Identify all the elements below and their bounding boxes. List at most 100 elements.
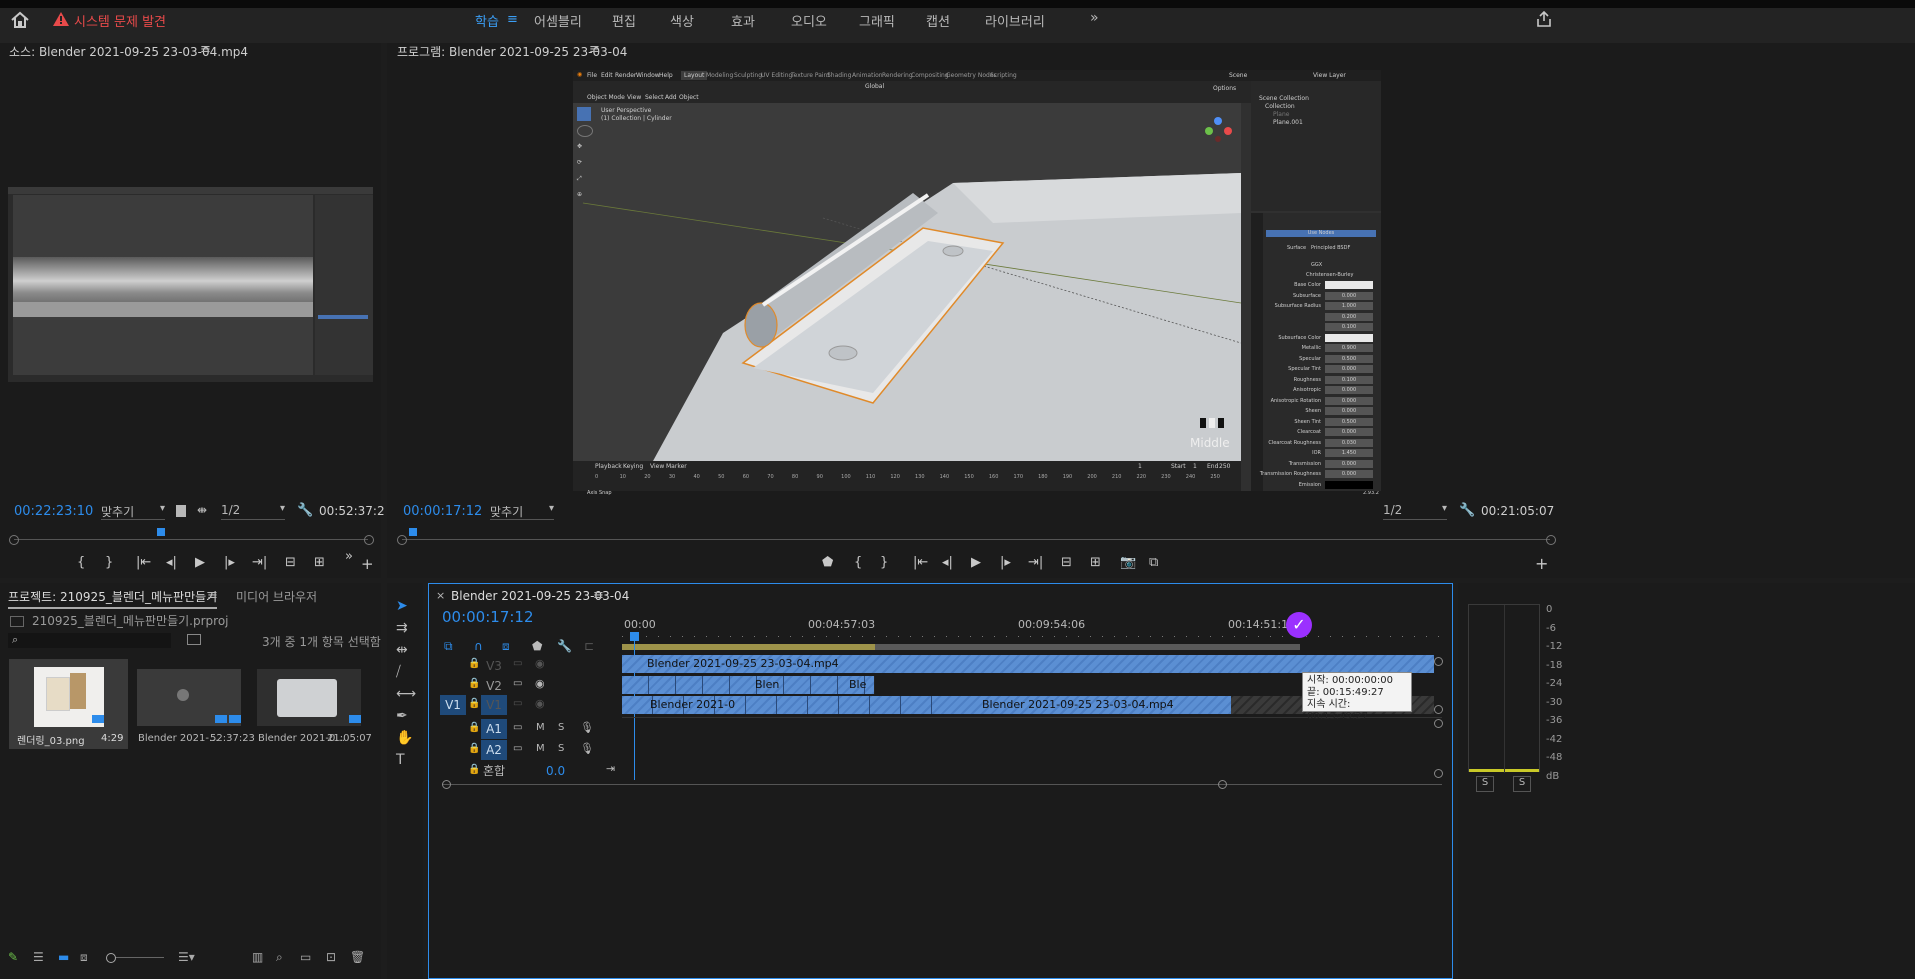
mark-out-icon[interactable]: } — [105, 555, 113, 570]
razor-tool-icon[interactable]: ⧸ — [396, 664, 416, 686]
track-label-v1[interactable]: V1 — [481, 695, 507, 715]
snap-icon[interactable]: ∩ — [474, 639, 483, 653]
project-item[interactable]: Blender 2021-0... 21:05:07 — [255, 663, 372, 753]
pen-tool-icon[interactable]: ✒ — [396, 708, 416, 730]
clip-v1[interactable]: Blender 2021-0 Blender 2021-09-25 23-03-… — [622, 696, 1231, 714]
track-select-icon[interactable]: ⇉ — [396, 620, 416, 642]
workspace-tab-libraries[interactable]: 라이브러리 — [985, 11, 1045, 30]
overwrite-icon[interactable]: ⊞ — [314, 555, 325, 570]
play-icon[interactable]: ▶ — [195, 555, 205, 570]
lock-icon[interactable]: 🔒 — [468, 698, 480, 709]
add-button-icon[interactable]: + — [361, 555, 374, 573]
lift-icon[interactable]: ⊟ — [1061, 555, 1072, 570]
track-label-a1[interactable]: A1 — [481, 719, 507, 739]
workspace-tab-effects[interactable]: 효과 — [731, 11, 755, 30]
timeline-tab-menu-icon[interactable]: ≡ — [593, 588, 604, 603]
clip-v3[interactable]: Blender 2021-09-25 23-03-04.mp4 — [622, 655, 1434, 673]
film-icon[interactable]: ▭ — [513, 658, 522, 669]
source-patch-v1[interactable]: V1 — [440, 695, 466, 715]
workspace-more-button[interactable]: » — [1090, 10, 1099, 26]
horizontal-scrollbar[interactable] — [442, 780, 1442, 790]
timeline-timecode[interactable]: 00:00:17:12 — [442, 608, 534, 626]
mic-icon[interactable]: 🎙 — [580, 742, 594, 755]
add-button-icon[interactable]: + — [1535, 554, 1548, 573]
automate-icon[interactable]: ▥ — [252, 950, 263, 964]
nest-icon[interactable]: ⧉ — [444, 639, 453, 654]
lock-icon[interactable]: 🔒 — [468, 658, 480, 669]
track-label-v2[interactable]: V2 — [481, 676, 507, 696]
vertical-scroll-handles[interactable] — [1434, 657, 1444, 779]
freeform-view-icon[interactable]: ⧈ — [80, 950, 88, 965]
timeline-ruler[interactable]: 00:00 00:04:57:03 00:09:54:06 00:14:51:1… — [622, 618, 1442, 650]
close-icon[interactable]: × — [436, 589, 445, 602]
selection-tool-icon[interactable]: ➤ — [396, 598, 416, 620]
project-tab[interactable]: 프로젝트: 210925_블렌더_메뉴판만들기 — [8, 588, 218, 609]
find-icon[interactable]: ⌕ — [276, 950, 283, 965]
source-resolution-dropdown[interactable]: 1/2 ▾ — [221, 503, 285, 520]
add-marker-icon[interactable]: ⬟ — [822, 555, 833, 570]
solo-button[interactable]: S — [558, 743, 564, 754]
workspace-tab-learn[interactable]: 학습 — [475, 11, 499, 30]
media-browser-tab[interactable]: 미디어 브라우저 — [236, 588, 317, 605]
project-tab-menu-icon[interactable]: ≡ — [207, 588, 218, 603]
workspace-tab-assembly[interactable]: 어셈블리 — [534, 11, 582, 30]
sort-icon[interactable]: ☰▾ — [178, 950, 195, 964]
project-search-input[interactable]: ⌕ — [8, 633, 171, 648]
wrench-icon[interactable]: 🔧 — [1459, 503, 1475, 518]
program-playhead[interactable] — [409, 528, 417, 536]
checkmark-icon[interactable]: ✓ — [1286, 612, 1312, 638]
mute-button[interactable]: M — [536, 722, 545, 733]
eye-icon[interactable]: ◉ — [535, 697, 545, 710]
project-item[interactable]: Blender 2021-... 52:37:23 — [135, 663, 255, 753]
program-fit-dropdown[interactable]: 맞추기 ▾ — [490, 503, 554, 520]
comparison-view-icon[interactable]: ⧉ — [1149, 555, 1158, 570]
source-panel-menu-icon[interactable]: ≡ — [200, 42, 211, 57]
go-to-out-icon[interactable]: ⇥| — [1028, 555, 1043, 570]
go-to-out-icon[interactable]: ⇥| — [252, 555, 267, 570]
mark-in-icon[interactable]: { — [854, 555, 862, 570]
program-resolution-dropdown[interactable]: 1/2 ▾ — [1383, 503, 1447, 520]
lock-icon[interactable]: 🔒 — [468, 722, 480, 733]
slip-tool-icon[interactable]: ⟷ — [396, 686, 416, 708]
lock-icon[interactable]: 🔒 — [468, 764, 480, 775]
lock-icon[interactable]: 🔒 — [468, 678, 480, 689]
workspace-tab-audio[interactable]: 오디오 — [791, 11, 827, 30]
go-to-in-icon[interactable]: |⇤ — [913, 555, 928, 570]
workspace-tab-graphics[interactable]: 그래픽 — [859, 11, 895, 30]
workspace-menu-icon[interactable]: ≡ — [507, 12, 518, 27]
insert-icon[interactable]: ⊟ — [285, 555, 296, 570]
go-to-end-icon[interactable]: ⇥ — [606, 762, 615, 775]
system-alert-text[interactable]: 시스템 문제 발견 — [74, 11, 166, 30]
home-icon[interactable] — [10, 11, 30, 29]
list-view-icon[interactable]: ☰ — [33, 950, 44, 964]
source-scrubber[interactable] — [9, 528, 374, 546]
eye-icon[interactable]: ◉ — [535, 657, 545, 670]
export-frame-icon[interactable] — [176, 505, 186, 517]
extract-icon[interactable]: ⊞ — [1090, 555, 1101, 570]
mix-value[interactable]: 0.0 — [546, 764, 565, 778]
ripple-edit-icon[interactable]: ⇹ — [396, 642, 416, 664]
captions-icon[interactable]: ⊏ — [584, 639, 594, 653]
hand-tool-icon[interactable]: ✋ — [396, 730, 416, 752]
lock-icon[interactable]: 🔒 — [468, 743, 480, 754]
track-label-a2[interactable]: A2 — [481, 740, 507, 760]
program-panel-menu-icon[interactable]: ≡ — [589, 42, 600, 57]
new-item-icon[interactable]: ⊡ — [326, 950, 336, 964]
track-label-v3[interactable]: V3 — [481, 656, 507, 676]
more-controls-icon[interactable]: » — [345, 549, 353, 564]
add-marker-icon[interactable]: ⬟ — [532, 639, 542, 653]
mark-out-icon[interactable]: } — [880, 555, 888, 570]
eye-icon[interactable]: ◉ — [535, 677, 545, 690]
play-icon[interactable]: ▶ — [971, 555, 981, 570]
icon-view-icon[interactable]: ▬ — [58, 950, 69, 964]
source-playhead[interactable] — [157, 528, 165, 536]
workspace-tab-color[interactable]: 색상 — [670, 11, 694, 30]
step-forward-icon[interactable]: |▸ — [1000, 555, 1011, 570]
pencil-icon[interactable]: ✎ — [8, 950, 18, 964]
camera-icon[interactable]: 📷 — [1120, 555, 1136, 570]
step-forward-icon[interactable]: |▸ — [224, 555, 235, 570]
clip-v2[interactable]: Blen Ble — [622, 676, 875, 694]
step-back-icon[interactable]: ◂| — [942, 555, 953, 570]
zoom-slider[interactable] — [106, 953, 164, 963]
go-to-in-icon[interactable]: |⇤ — [136, 555, 151, 570]
